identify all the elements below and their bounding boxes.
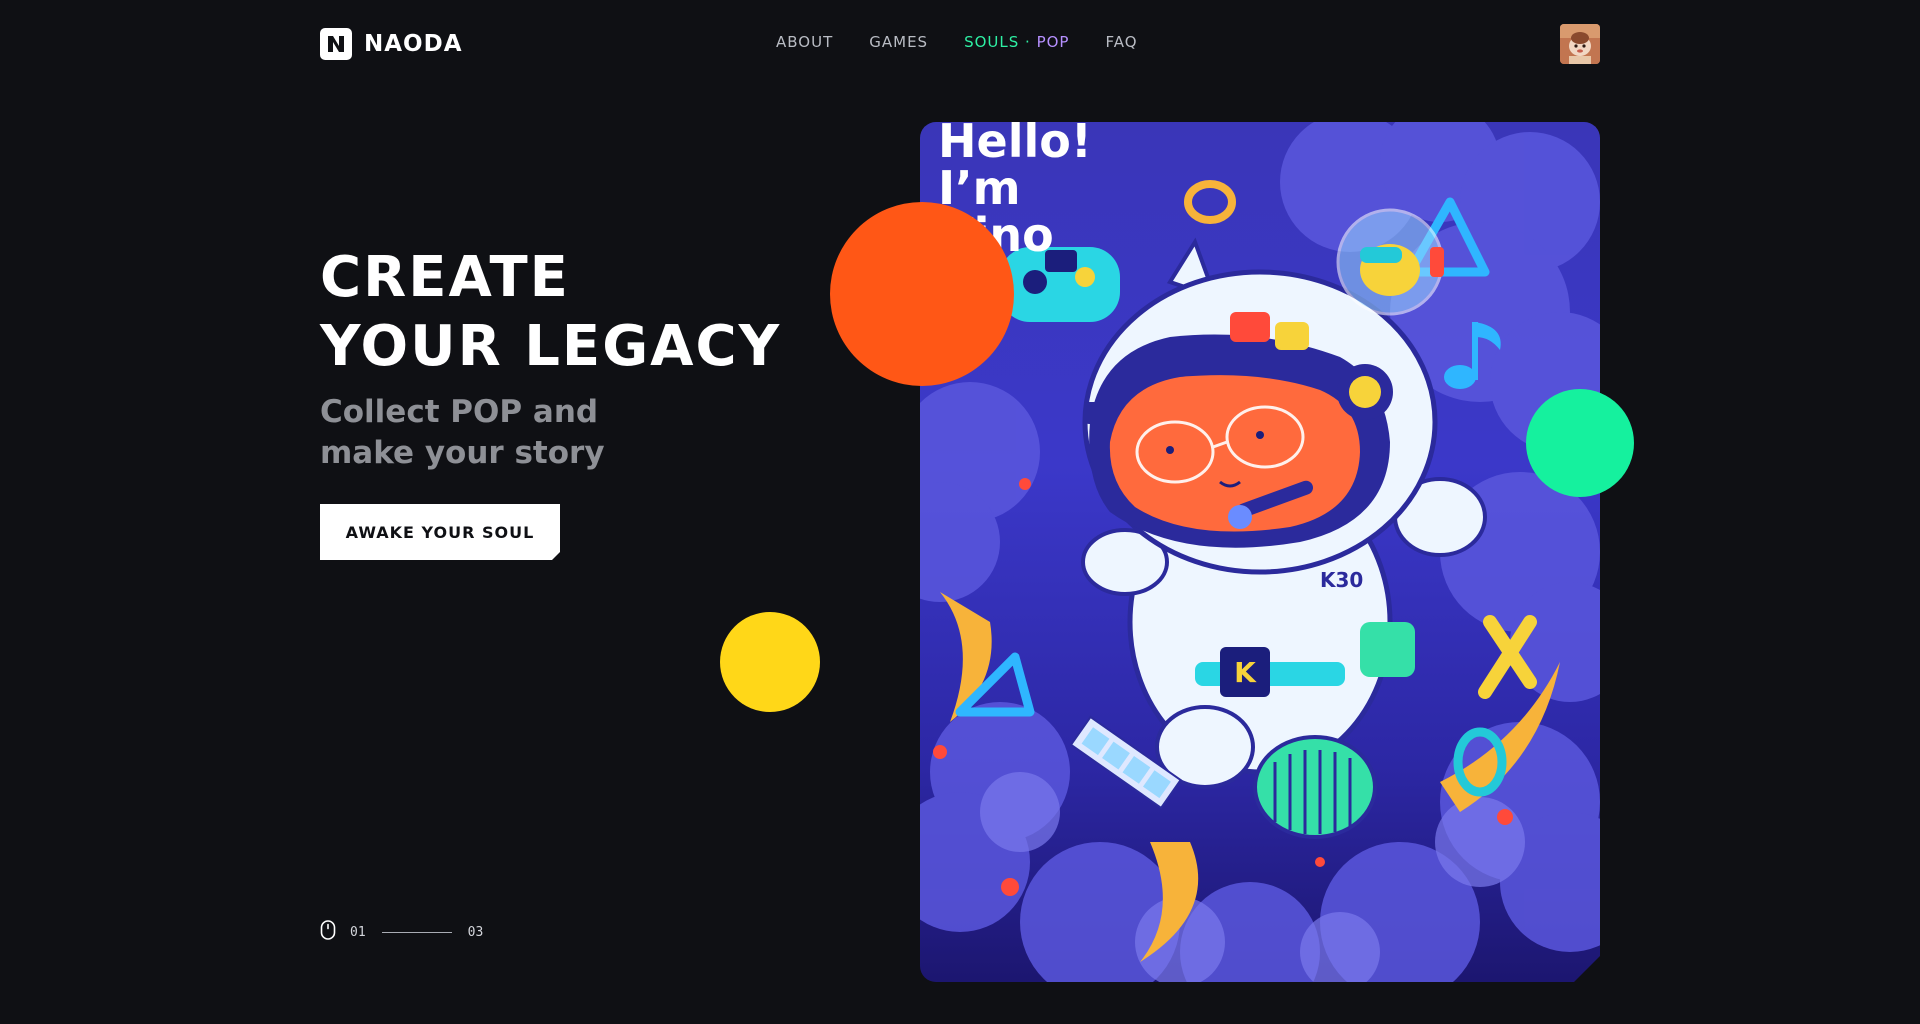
hero-title: CREATE YOUR LEGACY — [320, 243, 781, 381]
hero-artwork: K K30 Hello! I’m Kino — [920, 122, 1600, 982]
logo-text: NAODA — [364, 31, 463, 57]
yellow-circle-decoration — [720, 612, 820, 712]
nav-pop-label: POP — [1036, 33, 1070, 51]
naoda-logo-icon — [320, 28, 352, 60]
nav-souls-label: SOULS — [964, 33, 1020, 51]
hero-subtitle: Collect POP and make your story — [320, 392, 605, 474]
orange-circle-decoration — [830, 202, 1014, 386]
hero-subtitle-line-1: Collect POP and — [320, 394, 599, 430]
logo-link[interactable]: NAODA — [320, 28, 463, 60]
belt-letter: K — [1234, 656, 1257, 689]
nav-about[interactable]: ABOUT — [776, 33, 833, 51]
current-slide-number: 01 — [350, 924, 366, 940]
nav-souls-pop[interactable]: SOULS · POP — [964, 33, 1069, 51]
green-circle-decoration — [1526, 389, 1634, 497]
hero-title-line-1: CREATE — [320, 245, 570, 310]
awake-your-soul-button[interactable]: AWAKE YOUR SOUL — [320, 504, 560, 560]
user-avatar[interactable] — [1560, 24, 1600, 64]
greeting-line-1: Hello! — [938, 122, 1092, 168]
nav-souls-separator: · — [1019, 33, 1037, 51]
mouse-icon — [320, 920, 336, 944]
nav-games[interactable]: GAMES — [869, 33, 928, 51]
landing-page: NAODA ABOUT GAMES SOULS · POP FAQ CREATE… — [0, 0, 1920, 1024]
slide-indicator: 01 03 — [320, 920, 484, 944]
greeting-line-2: I’m — [938, 161, 1021, 215]
suit-badge-text: K30 — [1320, 568, 1363, 592]
slide-progress-track — [381, 931, 452, 933]
main-nav: ABOUT GAMES SOULS · POP FAQ — [776, 33, 1138, 51]
nav-faq[interactable]: FAQ — [1105, 33, 1137, 51]
avatar-image — [1560, 24, 1600, 64]
total-slides-number: 03 — [467, 924, 484, 940]
hero-title-line-2: YOUR LEGACY — [320, 314, 782, 379]
hero-subtitle-line-2: make your story — [320, 435, 605, 471]
